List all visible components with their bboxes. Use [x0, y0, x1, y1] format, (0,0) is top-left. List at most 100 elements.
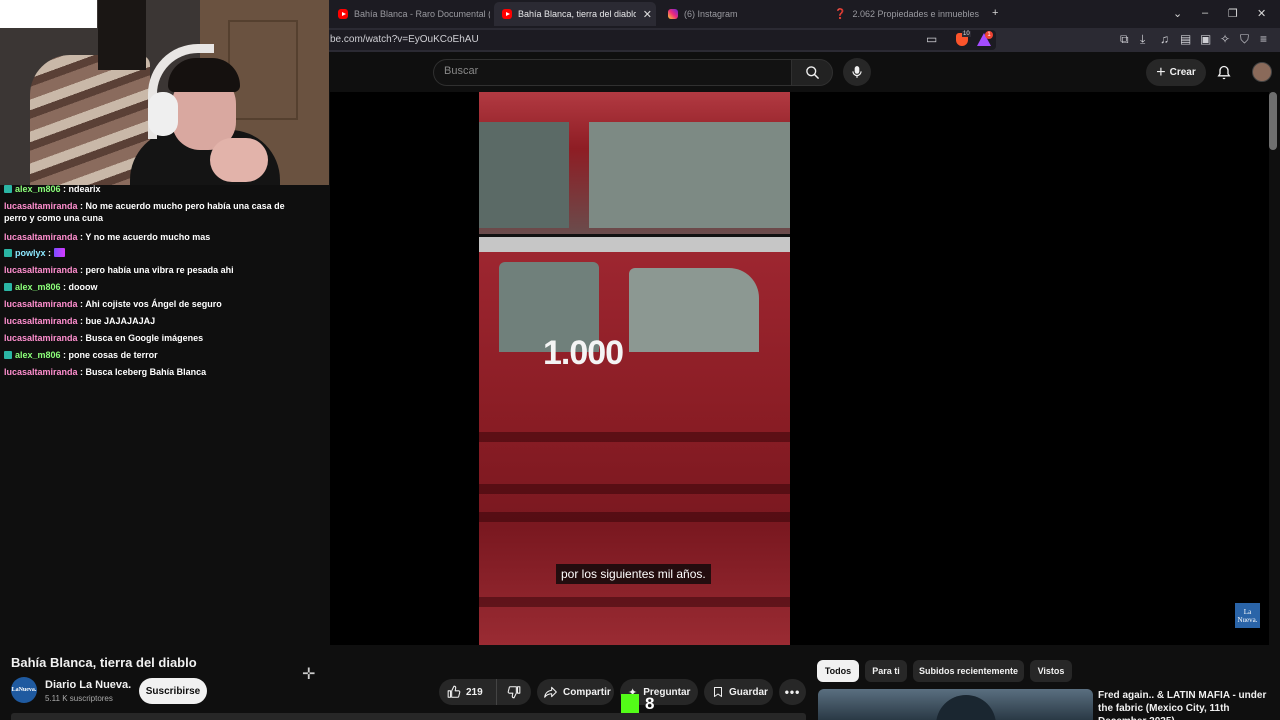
tab-propiedades[interactable]: ❓ 2.062 Propiedades e inmuebles en B…	[826, 4, 980, 24]
more-actions-button[interactable]: •••	[779, 679, 806, 705]
chat-username: lucasaltamiranda	[4, 201, 78, 211]
like-dislike-group: 219	[439, 679, 531, 705]
kick-logo-icon	[621, 694, 639, 714]
tab-label: (6) Instagram	[684, 9, 738, 19]
tab-raro-documental[interactable]: Bahía Blanca - Raro Documental (19…	[330, 4, 490, 24]
chat-text: Ahi cojiste vos Ángel de seguro	[85, 299, 222, 309]
like-count: 219	[466, 686, 483, 698]
subscriber-count: 5.11 K suscriptores	[45, 694, 113, 703]
chip-vistos[interactable]: Vistos	[1030, 660, 1072, 682]
kick-viewer-count: 8	[645, 694, 655, 713]
new-tab-icon[interactable]: +	[992, 7, 998, 19]
chat-username: lucasaltamiranda	[4, 232, 78, 242]
chat-message: powlyx :	[4, 247, 65, 259]
extensions-icon[interactable]: ⧉	[1120, 32, 1129, 47]
chat-emote-icon	[53, 248, 65, 257]
youtube-icon	[338, 9, 348, 19]
notifications-button[interactable]	[1216, 64, 1232, 86]
channel-avatar[interactable]: LaNueva.	[11, 677, 37, 703]
download-icon[interactable]: ⤓	[1140, 32, 1145, 47]
motion-stripe	[479, 432, 790, 442]
share-icon	[544, 686, 557, 698]
music-icon[interactable]: ♫	[1160, 32, 1169, 46]
motion-stripe	[479, 597, 790, 607]
video-overlay-number: 1.000	[543, 334, 624, 372]
pin-icon: ❓	[834, 9, 847, 20]
chip-todos[interactable]: Todos	[817, 660, 859, 682]
chat-username: alex_m806	[15, 350, 61, 360]
share-label: Compartir	[563, 686, 611, 698]
bookmark-icon	[714, 687, 722, 697]
video-title: Bahía Blanca, tierra del diablo	[11, 655, 197, 670]
chat-badge-icon	[4, 351, 12, 359]
chat-message: alex_m806 : ndearix	[4, 183, 101, 195]
chip-para-ti[interactable]: Para ti	[865, 660, 907, 682]
subscribe-button[interactable]: Suscribirse	[139, 678, 207, 704]
chip-subidos-recientemente[interactable]: Subidos recientemente	[913, 660, 1024, 682]
video-subtitle: por los siguientes mil años.	[556, 564, 711, 584]
cast-icon[interactable]: ▭	[926, 32, 937, 46]
truck-window	[479, 122, 569, 228]
tab-list-icon[interactable]: ⌄	[1173, 7, 1182, 20]
tab-tierra-del-diablo[interactable]: Bahía Blanca, tierra del diablo - Y ✕	[494, 2, 656, 26]
description-box[interactable]	[11, 713, 806, 720]
save-button[interactable]: Guardar	[704, 679, 773, 705]
recommendation-thumbnail[interactable]	[818, 689, 1093, 720]
chat-username: alex_m806	[15, 184, 61, 194]
chat-message: lucasaltamiranda : Y no me acuerdo mucho…	[4, 232, 211, 242]
chat-message: alex_m806 : pone cosas de terror	[4, 349, 158, 361]
create-button[interactable]: + Crear	[1146, 59, 1206, 86]
search-icon	[806, 66, 819, 79]
webcam-white-block	[0, 0, 97, 28]
chat-username: lucasaltamiranda	[4, 316, 78, 326]
webcam-person-hand	[210, 138, 268, 182]
channel-watermark[interactable]: La Nueva.	[1235, 603, 1260, 628]
headphone-cup	[148, 92, 178, 136]
truck-window	[629, 268, 759, 352]
minimize-icon[interactable]: –	[1202, 7, 1208, 19]
leo-ai-icon[interactable]: ✧	[1220, 32, 1230, 46]
page-scrollbar[interactable]	[1269, 92, 1277, 150]
webcam-door-panel	[228, 20, 298, 120]
alert-count: 1	[985, 31, 993, 39]
chat-text: bue JAJAJAJAJ	[85, 316, 156, 326]
chat-badge-icon	[4, 185, 12, 193]
search-button[interactable]	[791, 59, 833, 86]
dislike-button[interactable]	[497, 679, 531, 705]
thumbs-down-icon	[507, 686, 521, 699]
url-text[interactable]: be.com/watch?v=EyOuKCoEhAU	[330, 34, 479, 45]
instagram-icon	[668, 9, 678, 19]
chat-badge-icon	[4, 249, 12, 257]
search-input[interactable]	[444, 65, 774, 77]
restore-icon[interactable]: ❐	[1228, 7, 1238, 20]
wallet-icon[interactable]: ▣	[1200, 32, 1211, 46]
channel-name[interactable]: Diario La Nueva.	[45, 679, 131, 691]
window-close-icon[interactable]: ✕	[1257, 7, 1266, 20]
video-player[interactable]	[330, 92, 1269, 645]
thumbs-up-icon	[447, 685, 461, 698]
chat-text: Y no me acuerdo mucho mas	[85, 232, 211, 242]
chat-username: lucasaltamiranda	[4, 333, 78, 343]
chat-message: lucasaltamiranda : Ahi cojiste vos Ángel…	[4, 299, 222, 309]
chat-username: lucasaltamiranda	[4, 367, 78, 377]
chat-message: lucasaltamiranda : No me acuerdo mucho p…	[4, 201, 285, 223]
microphone-icon	[852, 66, 862, 78]
tab-instagram[interactable]: (6) Instagram	[660, 4, 820, 24]
chat-username: lucasaltamiranda	[4, 299, 78, 309]
user-avatar[interactable]	[1252, 62, 1272, 82]
close-tab-icon[interactable]: ✕	[643, 8, 652, 21]
create-label: Crear	[1169, 67, 1196, 78]
recommendation-title[interactable]: Fred again.. & LATIN MAFIA - under the f…	[1098, 689, 1268, 720]
chat-message: lucasaltamiranda : Busca Iceberg Bahía B…	[4, 367, 207, 377]
chat-username: lucasaltamiranda	[4, 265, 78, 275]
vpn-icon[interactable]: ⛉	[1240, 32, 1249, 47]
menu-icon[interactable]: ≡	[1260, 32, 1267, 46]
chat-text: Busca Iceberg Bahía Blanca	[85, 367, 207, 377]
share-button[interactable]: Compartir	[537, 679, 614, 705]
webcam-overlay	[0, 0, 329, 185]
sidebar-icon[interactable]: ▤	[1180, 32, 1191, 46]
chat-text: dooow	[68, 282, 98, 292]
like-button[interactable]: 219	[439, 679, 497, 705]
voice-search-button[interactable]	[843, 58, 871, 86]
chat-text: Busca en Google imágenes	[85, 333, 204, 343]
